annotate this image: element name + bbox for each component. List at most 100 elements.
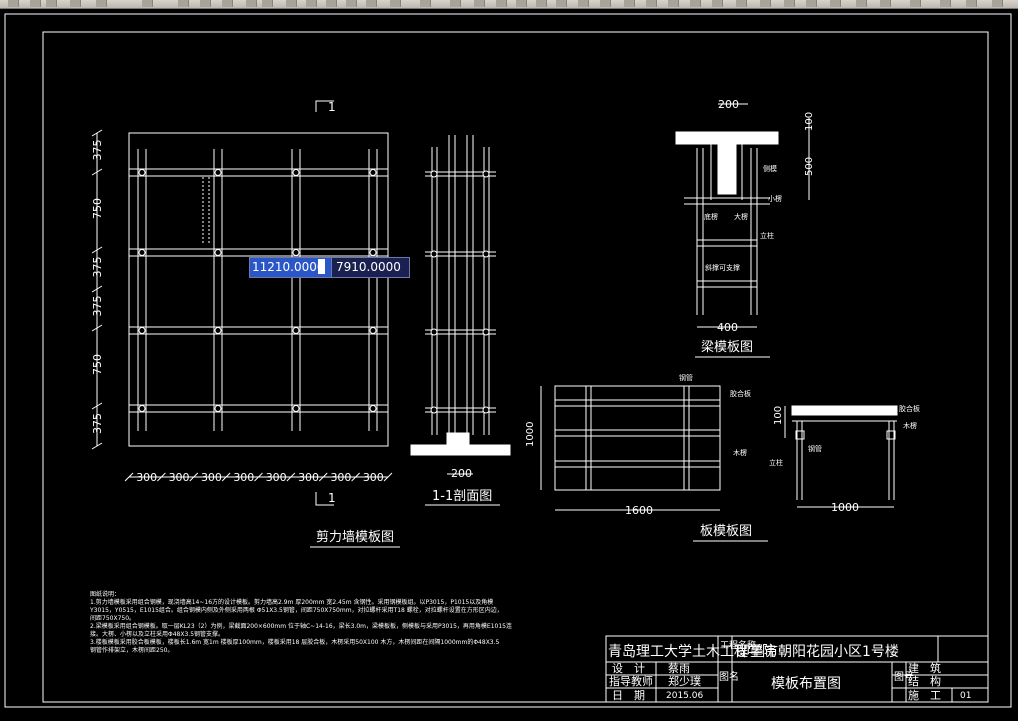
toolbar-button[interactable] (992, 0, 1003, 7)
beam-label-large-joist: 大楞 (734, 212, 748, 221)
slab-dim-bottom: 1600 (625, 504, 653, 517)
slab-small-label-post: 立柱 (769, 458, 783, 467)
designer-label: 设 计 (612, 662, 645, 675)
toolbar-button[interactable] (690, 0, 701, 7)
toolbar-button[interactable] (70, 0, 81, 7)
toolbar-button[interactable] (760, 0, 771, 7)
dynamic-input-x-value: 11210.0000 (252, 260, 325, 274)
tie-bolt (214, 249, 222, 256)
slab-small-dim-bottom: 1000 (831, 501, 859, 514)
tie-bolt (369, 249, 377, 256)
tie-bolt (369, 327, 377, 334)
toolbar-button[interactable] (46, 0, 57, 7)
slab-label-joist: 木楞 (733, 448, 747, 457)
toolbar-button[interactable] (496, 0, 507, 7)
toolbar-button[interactable] (966, 0, 977, 7)
toolbar-button[interactable] (366, 0, 377, 7)
toolbar-button[interactable] (600, 0, 611, 7)
toolbar-button[interactable] (830, 0, 841, 7)
toolbar-button[interactable] (668, 0, 679, 7)
slab-label-pipe: 钢管 (679, 373, 693, 382)
toolbar-button[interactable] (346, 0, 357, 7)
wall-dim-left-label: 375 (91, 257, 104, 278)
notes-line: 钢管作排架立，木楞间距250。 (90, 646, 173, 654)
tie-bolt (138, 327, 146, 334)
cad-drawing-canvas[interactable]: 375 750 375 375 750 375 300 300 300 300 300 300 300… (0, 9, 1018, 721)
toolbar-button[interactable] (578, 0, 589, 7)
toolbar-button[interactable] (736, 0, 747, 7)
tie-bolt (214, 405, 222, 412)
section-mark-bottom-label: 1 (328, 491, 336, 505)
slab-label-plywood: 胶合板 (730, 389, 751, 398)
beam-label-side-form: 侧模 (763, 164, 777, 173)
toolbar-button[interactable] (624, 0, 635, 7)
text-cursor (318, 259, 325, 274)
toolbar-button[interactable] (30, 0, 41, 7)
section-1-1 (410, 135, 511, 475)
slab-small-dim-side: 100 (773, 406, 784, 425)
toolbar-button[interactable] (8, 0, 19, 7)
discipline-construction: 施 工 (908, 689, 941, 702)
section-bolt (482, 170, 490, 178)
toolbar-button[interactable] (96, 0, 107, 7)
toolbar-button[interactable] (474, 0, 485, 7)
wall-dim-left-label: 750 (91, 198, 104, 219)
date-label: 日 期 (612, 689, 645, 702)
slab-small-label-plywood: 胶合板 (899, 404, 920, 413)
tie-bolt (292, 249, 300, 256)
section-bolt (482, 328, 490, 336)
wall-dim-left-label: 375 (91, 413, 104, 434)
toolbar-button[interactable] (262, 0, 273, 7)
section-bolt (430, 406, 438, 414)
notes-line: 间距750X750。 (90, 614, 135, 622)
toolbar-button[interactable] (856, 0, 867, 7)
toolbar-button[interactable] (940, 0, 951, 7)
tie-bolt (292, 169, 300, 176)
wall-dim-bottom-label: 300 (298, 471, 319, 484)
toolbar-button[interactable] (536, 0, 547, 7)
slab-small-label-joist: 木楞 (903, 421, 917, 430)
wall-dim-bottom-label: 300 (330, 471, 351, 484)
toolbar-button[interactable] (200, 0, 211, 7)
wall-dim-bottom-label: 300 (363, 471, 384, 484)
dynamic-input-y-value: 7910.0000 (336, 260, 401, 274)
section-bolt (430, 170, 438, 178)
slab-small-section (784, 405, 898, 508)
toolbar-button[interactable] (712, 0, 723, 7)
toolbar-button[interactable] (142, 0, 153, 7)
toolbar-button[interactable] (178, 0, 189, 7)
toolbar-button[interactable] (246, 0, 257, 7)
toolbar-button[interactable] (806, 0, 817, 7)
toolbar-button[interactable] (910, 0, 921, 7)
dynamic-input-y[interactable]: 7910.0000 (331, 257, 410, 278)
toolbar-button[interactable] (556, 0, 567, 7)
toolbar-button[interactable] (646, 0, 657, 7)
wall-dim-bottom-label: 300 (201, 471, 222, 484)
section-bolt (482, 406, 490, 414)
section-title: 1-1剖面图 (432, 489, 492, 504)
toolbar-button[interactable] (326, 0, 337, 7)
beam-dim-bottom: 400 (717, 321, 738, 334)
toolbar-button[interactable] (222, 0, 233, 7)
beam-label-small-joist: 小楞 (768, 194, 782, 203)
toolbar-button[interactable] (516, 0, 527, 7)
tie-bolt (369, 169, 377, 176)
section-bolt (430, 328, 438, 336)
toolbar-button[interactable] (286, 0, 297, 7)
tie-bolt (214, 169, 222, 176)
toolbar-button[interactable] (784, 0, 795, 7)
toolbar-button[interactable] (420, 0, 431, 7)
slab-drawing-title: 板模板图 (700, 524, 752, 539)
notes-line: 3.楼板模板采用胶合板模板，楼板长1.6m 宽1m 楼板厚100mm，楼板采用1… (90, 638, 500, 646)
tie-bolt (292, 405, 300, 412)
toolbar-button[interactable] (306, 0, 317, 7)
wall-dim-bottom-label: 300 (266, 471, 287, 484)
sheet-number: 01 (960, 691, 971, 701)
wall-dim-left-label: 375 (91, 296, 104, 317)
toolbar-button[interactable] (450, 0, 461, 7)
wall-dim-bottom-label: 300 (169, 471, 190, 484)
wall-dim-bottom-label: 300 (233, 471, 254, 484)
toolbar-button[interactable] (390, 0, 401, 7)
wall-dim-left-label: 375 (91, 140, 104, 161)
toolbar-button[interactable] (880, 0, 891, 7)
